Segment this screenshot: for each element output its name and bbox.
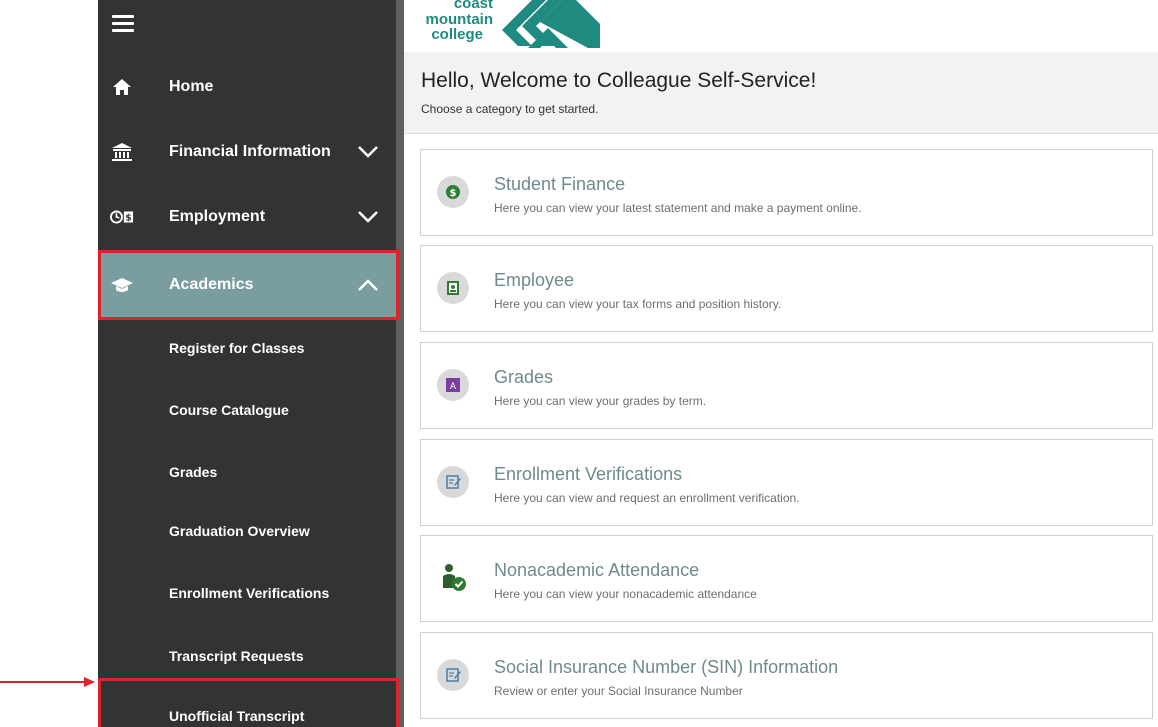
sidebar-item-academics[interactable]: Academics <box>98 252 396 318</box>
svg-text:$: $ <box>125 213 131 224</box>
card-title: Grades <box>494 367 554 387</box>
card-grades[interactable]: A Grades Here you can view your grades b… <box>420 342 1153 429</box>
sidebar-subitem-label: Enrollment Verifications <box>169 585 330 601</box>
attendance-check-icon <box>437 562 469 594</box>
sidebar-item-financial-information[interactable]: Financial Information <box>98 120 396 184</box>
card-employee[interactable]: Employee Here you can view your tax form… <box>420 245 1153 332</box>
sidebar-item-label: Home <box>169 78 214 95</box>
card-title: Employee <box>494 270 575 290</box>
sidebar-subitem-label: Course Catalogue <box>169 402 289 418</box>
svg-text:$: $ <box>450 188 457 199</box>
page-subtitle: Choose a category to get started. <box>421 102 599 116</box>
card-title: Social Insurance Number (SIN) Informatio… <box>494 657 839 677</box>
card-title: Student Finance <box>494 174 626 194</box>
sidebar-scrollbar[interactable] <box>396 0 404 727</box>
card-description: Here you can view your latest statement … <box>494 201 862 215</box>
home-icon <box>110 75 134 99</box>
sidebar-item-label: Employment <box>169 208 266 225</box>
logo-mark-icon <box>502 0 600 48</box>
welcome-banner: Hello, Welcome to Colleague Self-Service… <box>404 52 1158 134</box>
sidebar-subitem-label: Graduation Overview <box>169 523 310 539</box>
bank-icon <box>110 140 134 164</box>
card-description: Here you can view your grades by term. <box>494 394 707 408</box>
sidebar-subitem-label: Unofficial Transcript <box>169 708 305 724</box>
college-logo[interactable]: coast mountain college <box>415 0 615 50</box>
dollar-icon: $ <box>437 176 469 208</box>
sidebar-subitem-graduation-overview[interactable]: Graduation Overview <box>98 500 396 562</box>
card-description: Review or enter your Social Insurance Nu… <box>494 684 743 698</box>
sidebar-subitem-register-for-classes[interactable]: Register for Classes <box>98 317 396 379</box>
card-sin-information[interactable]: Social Insurance Number (SIN) Informatio… <box>420 632 1153 719</box>
logo-line-2: mountain <box>425 11 494 28</box>
id-badge-icon <box>437 272 469 304</box>
sidebar-item-home[interactable]: Home <box>98 55 396 119</box>
card-student-finance[interactable]: $ Student Finance Here you can view your… <box>420 149 1153 236</box>
sidebar-item-employment[interactable]: $ Employment <box>98 185 396 249</box>
card-enrollment-verifications[interactable]: Enrollment Verifications Here you can vi… <box>420 439 1153 526</box>
sidebar-subitem-label: Transcript Requests <box>169 648 304 664</box>
hamburger-icon[interactable] <box>112 15 134 33</box>
card-nonacademic-attendance[interactable]: Nonacademic Attendance Here you can view… <box>420 535 1153 622</box>
card-description: Here you can view your tax forms and pos… <box>494 297 782 311</box>
grade-icon: A <box>437 369 469 401</box>
logo-wordmark: coast mountain college <box>415 0 494 43</box>
svg-text:A: A <box>450 382 457 392</box>
logo-line-3: college <box>431 26 483 43</box>
employment-icon: $ <box>110 205 134 229</box>
graduation-cap-icon <box>110 273 134 297</box>
card-title: Nonacademic Attendance <box>494 560 700 580</box>
page-title: Hello, Welcome to Colleague Self-Service… <box>421 69 817 92</box>
sidebar-subitem-label: Grades <box>169 464 218 480</box>
chevron-down-icon[interactable] <box>356 140 380 164</box>
card-description: Here you can view your nonacademic atten… <box>494 587 757 601</box>
sidebar-subitem-unofficial-transcript[interactable]: Unofficial Transcript <box>98 684 396 727</box>
annotation-arrow <box>0 677 95 687</box>
sidebar-subitem-label: Register for Classes <box>169 340 305 356</box>
sidebar-subitem-transcript-requests[interactable]: Transcript Requests <box>98 625 396 687</box>
sidebar-subitem-grades[interactable]: Grades <box>98 441 396 503</box>
sidebar-subitem-course-catalogue[interactable]: Course Catalogue <box>98 379 396 441</box>
sidebar-item-label: Academics <box>169 276 254 293</box>
document-edit-icon <box>437 659 469 691</box>
sidebar-subitem-enrollment-verifications[interactable]: Enrollment Verifications <box>98 562 396 624</box>
card-title: Enrollment Verifications <box>494 464 683 484</box>
card-description: Here you can view and request an enrollm… <box>494 491 800 505</box>
chevron-down-icon[interactable] <box>356 205 380 229</box>
chevron-up-icon[interactable] <box>356 273 380 297</box>
document-edit-icon <box>437 466 469 498</box>
sidebar-item-label: Financial Information <box>169 143 331 160</box>
